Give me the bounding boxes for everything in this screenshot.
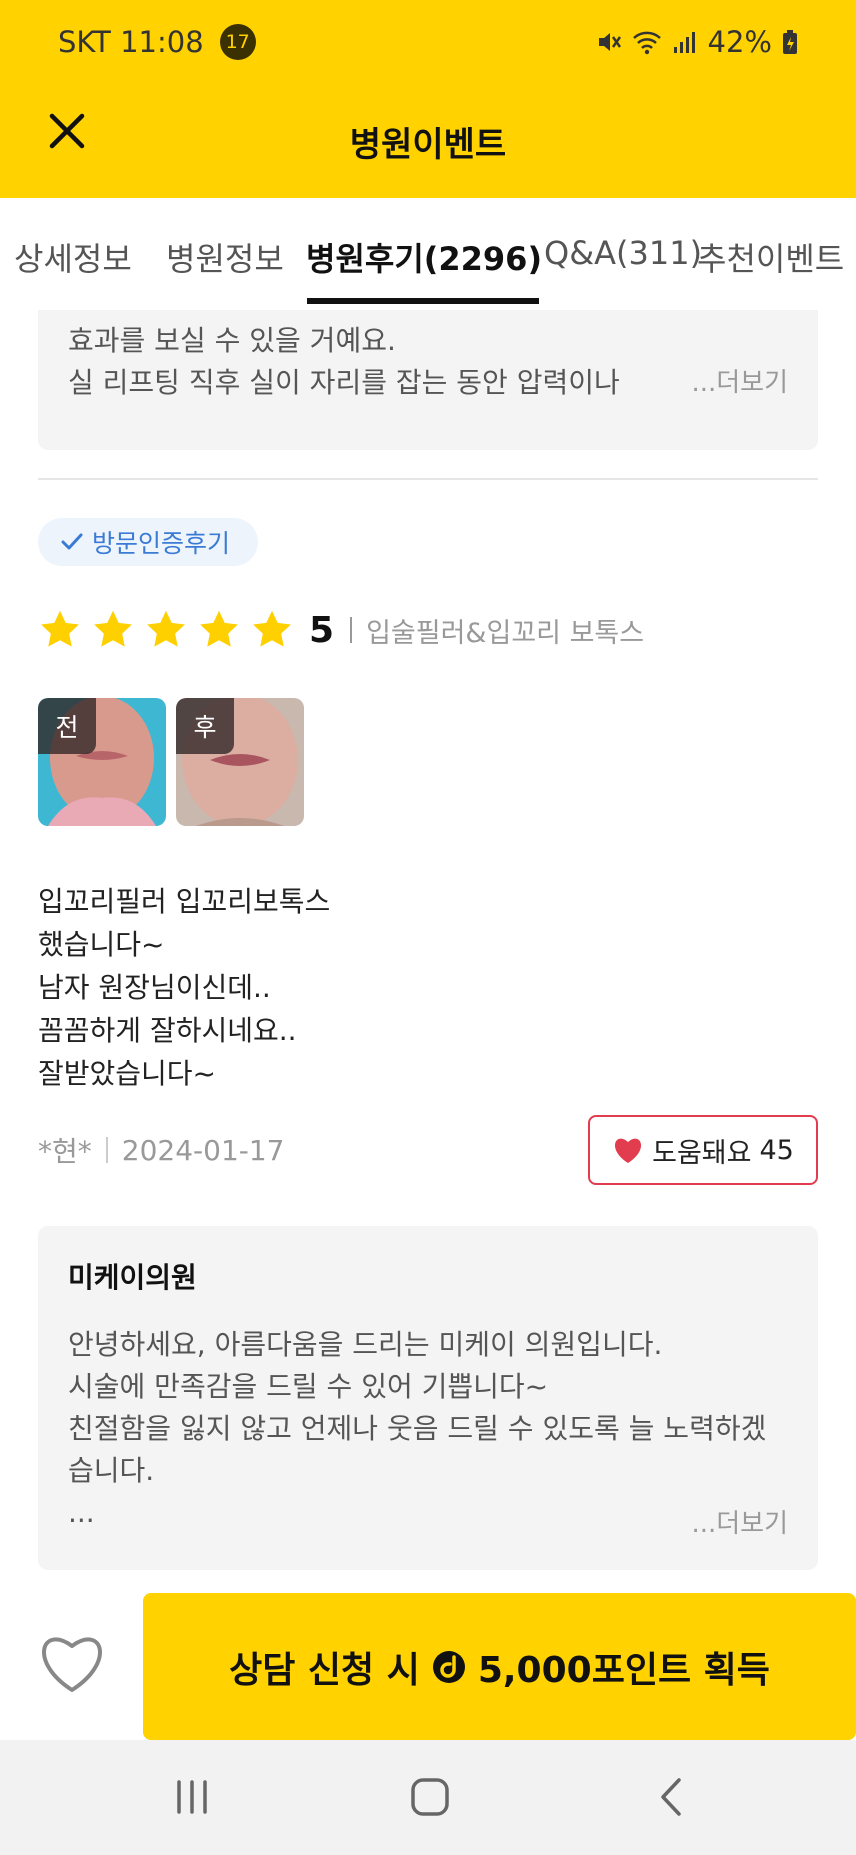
wifi-icon: [632, 31, 661, 55]
review-meta: *현* 2024-01-17: [38, 1130, 285, 1170]
treatment-name: 입술필러&입꼬리 보톡스: [366, 617, 645, 649]
star-icon: [200, 610, 238, 647]
tab-qna[interactable]: Q&A(311): [544, 234, 702, 272]
tab-recommended-events[interactable]: 추천이벤트: [697, 234, 844, 280]
recent-apps-icon[interactable]: [167, 1772, 217, 1822]
reply-text-line: 효과를 보실 수 있을 거예요.: [68, 324, 396, 357]
consult-request-button[interactable]: 상담 신청 시 5,000포인트 획득: [143, 1593, 856, 1740]
before-label: 전: [38, 698, 96, 754]
status-bar: SKT 11:08 17 42%: [0, 0, 856, 84]
more-link[interactable]: ...더보기: [691, 362, 788, 404]
star-icon: [147, 610, 185, 647]
active-tab-indicator: [307, 298, 539, 304]
point-icon: [432, 1650, 465, 1683]
star-icon: [94, 610, 132, 647]
signal-icon: [673, 32, 695, 53]
separator: [350, 617, 353, 643]
review-line: 꼼꼼하게 잘하시네요..: [38, 1014, 297, 1047]
reply-text-line: 습니다.: [68, 1454, 155, 1487]
cta-prefix: 상담 신청 시: [229, 1649, 420, 1691]
badge-label: 방문인증후기: [92, 529, 231, 558]
reply-text-line: ...: [68, 1496, 95, 1529]
reply-text-line: 실 리프팅 직후 실이 자리를 잡는 동안 압력이나: [68, 366, 620, 399]
cta-suffix: 5,000포인트 획득: [477, 1649, 770, 1691]
tab-hospital-info[interactable]: 병원정보: [166, 234, 284, 280]
after-label: 후: [176, 698, 234, 754]
close-icon[interactable]: [44, 108, 90, 154]
reply-text-line: 시술에 만족감을 드릴 수 있어 기쁩니다~: [68, 1370, 549, 1403]
star-icon: [253, 610, 291, 647]
divider: [38, 478, 818, 480]
review-body: 입꼬리필러 입꼬리보톡스 했습니다~ 남자 원장님이신데.. 꼼꼼하게 잘하시네…: [38, 880, 330, 1095]
helpful-button[interactable]: 도움돼요 45: [588, 1115, 818, 1185]
review-line: 입꼬리필러 입꼬리보톡스: [38, 885, 331, 918]
system-nav-bar: [0, 1740, 856, 1855]
bottom-action-bar: 상담 신청 시 5,000포인트 획득: [0, 1590, 856, 1740]
battery-percent: 42%: [707, 25, 772, 59]
heart-outline-icon[interactable]: [36, 1630, 108, 1694]
notification-count-badge: 17: [219, 24, 256, 60]
more-link[interactable]: ...더보기: [691, 1503, 788, 1540]
tab-bar: 상세정보 병원정보 병원후기(2296) Q&A(311) 추천이벤트: [0, 198, 856, 310]
review-date: 2024-01-17: [121, 1133, 285, 1167]
tab-hospital-reviews[interactable]: 병원후기(2296): [306, 234, 542, 280]
review-author: *현*: [38, 1135, 92, 1168]
before-photo[interactable]: 전: [38, 698, 166, 826]
after-photo[interactable]: 후: [176, 698, 304, 826]
helpful-count: 45: [759, 1134, 794, 1166]
clinic-name: 미케이의원: [68, 1261, 197, 1294]
star-icon: [41, 610, 79, 647]
helpful-label: 도움돼요: [652, 1137, 752, 1169]
reply-text-line: 친절함을 잃지 않고 언제나 웃음 드릴 수 있도록 늘 노력하겠: [68, 1412, 767, 1445]
previous-clinic-reply: 효과를 보실 수 있을 거예요. 실 리프팅 직후 실이 자리를 잡는 동안 압…: [38, 310, 818, 450]
reply-text-line: 안녕하세요, 아름다움을 드리는 미케이 의원입니다.: [68, 1328, 663, 1361]
rating-value: 5: [309, 609, 335, 651]
review-line: 남자 원장님이신데..: [38, 971, 271, 1004]
tab-detail-info[interactable]: 상세정보: [14, 234, 132, 280]
heart-filled-icon: [615, 1138, 642, 1163]
clinic-reply-text: 안녕하세요, 아름다움을 드리는 미케이 의원입니다. 시술에 만족감을 드릴 …: [68, 1324, 788, 1534]
battery-charging-icon: [783, 30, 797, 54]
carrier-time: SKT 11:08: [58, 25, 204, 59]
page-title: 병원이벤트: [349, 124, 507, 165]
back-icon[interactable]: [647, 1772, 697, 1822]
mute-icon: [598, 33, 621, 51]
separator: [105, 1137, 108, 1163]
visit-verified-badge: 방문인증후기: [38, 518, 259, 566]
app-bar: 병원이벤트: [0, 84, 856, 198]
review-line: 잘받았습니다~: [38, 1057, 217, 1090]
home-icon[interactable]: [405, 1772, 455, 1822]
review-line: 했습니다~: [38, 928, 165, 961]
check-icon: [61, 533, 83, 550]
status-icons: 42%: [596, 25, 798, 59]
review-list[interactable]: 효과를 보실 수 있을 거예요. 실 리프팅 직후 실이 자리를 잡는 동안 압…: [0, 310, 856, 1590]
clinic-reply: 미케이의원 안녕하세요, 아름다움을 드리는 미케이 의원입니다. 시술에 만족…: [38, 1226, 818, 1570]
rating-row: 5 입술필러&입꼬리 보톡스: [38, 600, 644, 660]
